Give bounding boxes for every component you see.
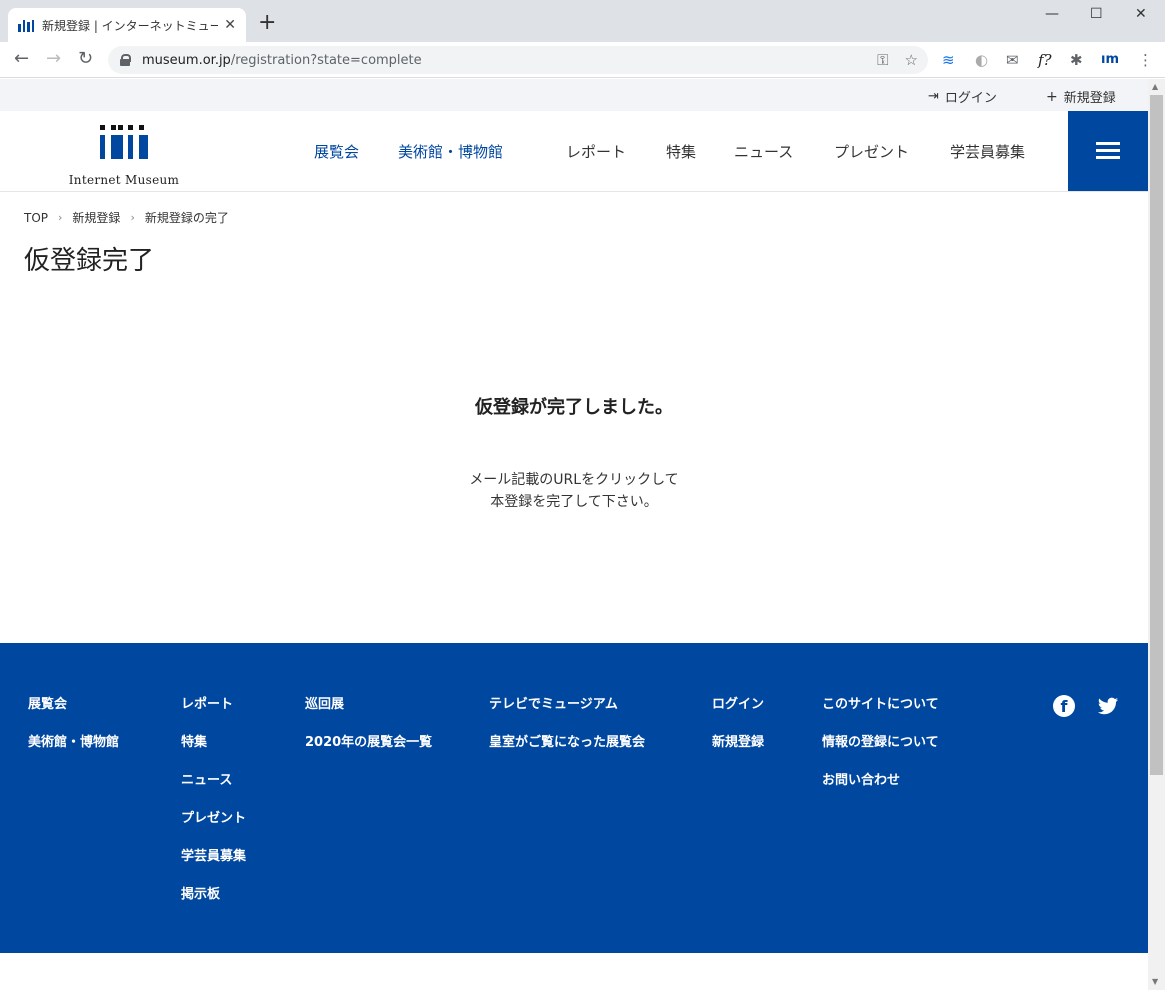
footer-col-account: ログイン 新規登録: [712, 696, 764, 752]
window-close-icon[interactable]: ✕: [1135, 6, 1147, 22]
lock-icon: [120, 54, 131, 66]
breadcrumb: TOP › 新規登録 › 新規登録の完了: [24, 209, 229, 226]
footer-col-about: このサイトについて 情報の登録について お問い合わせ: [822, 696, 939, 790]
completion-message-line2: 本登録を完了して下さい。: [490, 494, 658, 510]
footer-col-tv: テレビでミュージアム 皇室がご覧になった展覧会: [489, 696, 645, 752]
page-scrollbar[interactable]: ▲ ▼: [1148, 79, 1165, 990]
footer-col-content: レポート 特集 ニュース プレゼント 学芸員募集 掲示板: [181, 696, 246, 904]
footer-link[interactable]: 皇室がご覧になった展覧会: [489, 734, 645, 752]
tab-close-icon[interactable]: ✕: [224, 17, 236, 33]
scroll-thumb[interactable]: [1150, 95, 1163, 775]
extension-museum-icon[interactable]: ım: [1101, 51, 1119, 69]
utility-bar: ⇥ ログイン + 新規登録: [0, 79, 1148, 111]
social-links: f: [1053, 695, 1119, 717]
logo-mark-icon: [100, 125, 148, 159]
hamburger-icon: [1096, 142, 1120, 160]
breadcrumb-register[interactable]: 新規登録: [72, 209, 120, 226]
footer-link[interactable]: 新規登録: [712, 734, 764, 752]
gnav-curator-jobs[interactable]: 学芸員募集: [950, 141, 1025, 162]
hamburger-menu-button[interactable]: [1068, 111, 1148, 191]
footer-col-touring: 巡回展 2020年の展覧会一覧: [305, 696, 432, 752]
browser-tab[interactable]: 新規登録 | インターネットミュージアム ✕: [8, 8, 246, 42]
footer-link[interactable]: お問い合わせ: [822, 772, 939, 790]
gnav-museums[interactable]: 美術館・博物館: [398, 141, 503, 162]
browser-menu-icon[interactable]: ⋮: [1138, 51, 1153, 69]
site-header: Internet Museum 展覧会 美術館・博物館 レポート 特集 ニュース…: [0, 111, 1148, 192]
login-link[interactable]: ⇥ ログイン: [928, 87, 997, 106]
completion-message: メール記載のURLをクリックして 本登録を完了して下さい。: [0, 469, 1148, 513]
footer-link[interactable]: ニュース: [181, 772, 246, 790]
page-bottom-area: [0, 953, 1148, 990]
site-footer: 展覧会 美術館・博物館 レポート 特集 ニュース プレゼント 学芸員募集 掲示板…: [0, 643, 1148, 953]
footer-col-exhibitions: 展覧会 美術館・博物館: [28, 696, 119, 752]
footer-link[interactable]: レポート: [181, 696, 246, 714]
page-title: 仮登録完了: [24, 246, 155, 276]
register-label: 新規登録: [1063, 91, 1116, 106]
footer-link[interactable]: 巡回展: [305, 696, 432, 714]
gnav-news[interactable]: ニュース: [734, 141, 793, 162]
browser-toolbar: ← → ↻ museum.or.jp/registration?state=co…: [0, 42, 1165, 78]
footer-link[interactable]: このサイトについて: [822, 696, 939, 714]
footer-link[interactable]: 学芸員募集: [181, 848, 246, 866]
gnav-reports[interactable]: レポート: [566, 141, 626, 162]
forward-arrow-icon[interactable]: →: [46, 50, 61, 68]
reload-icon[interactable]: ↻: [78, 50, 93, 68]
extension-wave-icon[interactable]: ≋: [942, 51, 955, 69]
gnav-presents[interactable]: プレゼント: [834, 141, 909, 162]
footer-link[interactable]: プレゼント: [181, 810, 246, 828]
completion-heading: 仮登録が完了しました。: [475, 397, 673, 418]
tab-title: 新規登録 | インターネットミュージアム: [42, 18, 219, 33]
scroll-up-arrow-icon[interactable]: ▲: [1152, 82, 1158, 91]
register-link[interactable]: + 新規登録: [1046, 87, 1116, 107]
breadcrumb-top[interactable]: TOP: [24, 211, 48, 225]
completion-message-line1: メール記載のURLをクリックして: [469, 472, 679, 488]
back-arrow-icon[interactable]: ←: [14, 50, 29, 68]
footer-link[interactable]: 掲示板: [181, 886, 246, 904]
site-logo[interactable]: Internet Museum: [64, 123, 184, 187]
footer-link[interactable]: 2020年の展覧会一覧: [305, 734, 432, 752]
logo-text: Internet Museum: [68, 173, 180, 187]
gnav-exhibitions[interactable]: 展覧会: [314, 141, 359, 162]
bookmark-star-icon[interactable]: ☆: [905, 51, 918, 69]
minimize-icon[interactable]: —: [1045, 6, 1059, 22]
footer-link[interactable]: ログイン: [712, 696, 764, 714]
extension-shield-icon[interactable]: ◐: [975, 51, 988, 69]
gnav-features[interactable]: 特集: [666, 141, 696, 162]
scroll-down-arrow-icon[interactable]: ▼: [1152, 977, 1158, 986]
login-icon: ⇥: [928, 89, 939, 104]
breadcrumb-current: 新規登録の完了: [144, 211, 229, 225]
new-tab-button[interactable]: +: [258, 12, 276, 34]
facebook-icon[interactable]: f: [1053, 695, 1075, 717]
footer-link[interactable]: 美術館・博物館: [28, 734, 119, 752]
extension-mail-icon[interactable]: ✉: [1006, 51, 1019, 69]
twitter-icon[interactable]: [1097, 695, 1119, 717]
browser-tab-bar: 新規登録 | インターネットミュージアム ✕ + — ☐ ✕: [0, 0, 1165, 42]
extension-font-icon[interactable]: f?: [1038, 51, 1052, 69]
extensions-puzzle-icon[interactable]: ✱: [1070, 51, 1083, 69]
footer-link[interactable]: テレビでミュージアム: [489, 696, 645, 714]
maximize-icon[interactable]: ☐: [1090, 6, 1103, 22]
address-bar[interactable]: museum.or.jp/registration?state=complete…: [108, 46, 928, 74]
url-text: museum.or.jp/registration?state=complete: [142, 52, 422, 68]
key-icon[interactable]: ⚿: [877, 51, 888, 69]
museum-favicon-icon: [18, 18, 34, 32]
footer-link[interactable]: 特集: [181, 734, 246, 752]
footer-link[interactable]: 情報の登録について: [822, 734, 939, 752]
plus-icon: +: [1046, 88, 1058, 105]
footer-link[interactable]: 展覧会: [28, 696, 119, 714]
chevron-right-icon: ›: [130, 211, 135, 224]
chevron-right-icon: ›: [58, 211, 63, 224]
login-label: ログイン: [944, 91, 997, 106]
